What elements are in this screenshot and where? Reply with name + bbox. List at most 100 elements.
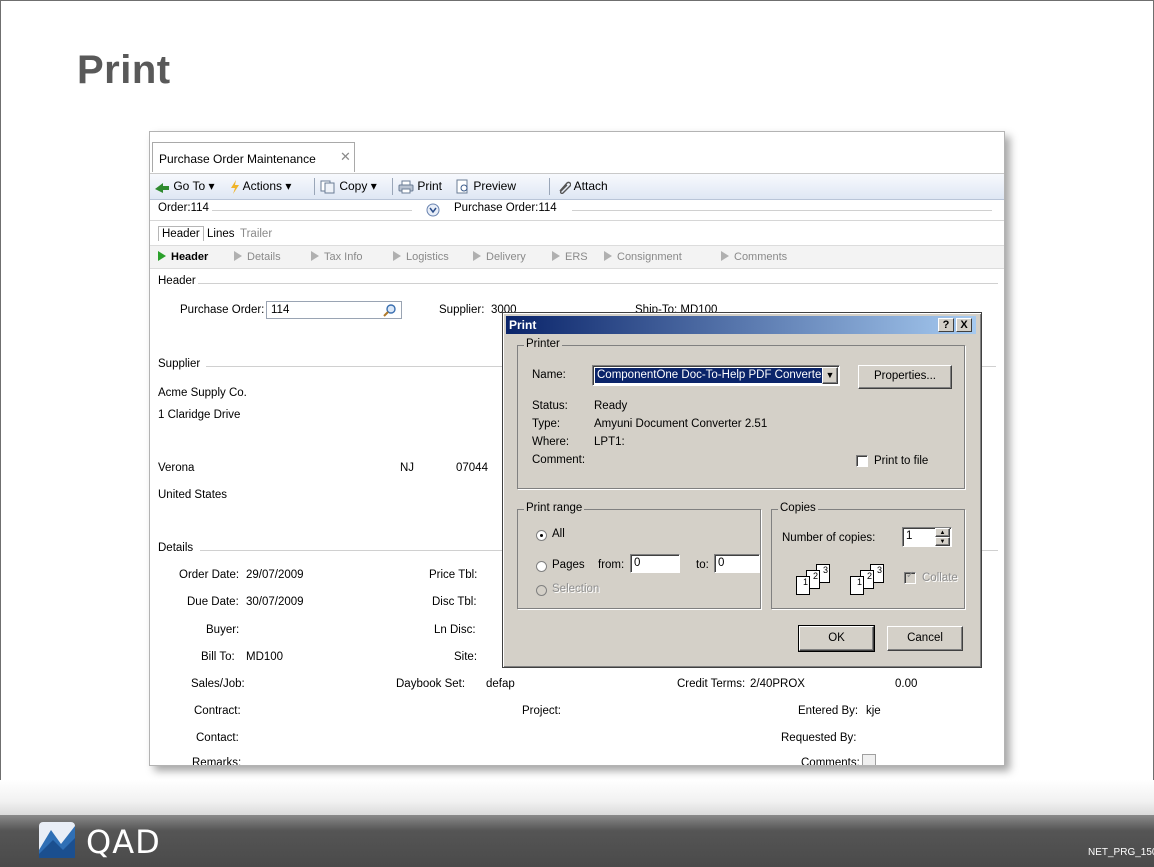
tab-lines[interactable]: Lines (207, 228, 235, 240)
credit-amount: 0.00 (895, 678, 918, 690)
copy-label: Copy (339, 179, 368, 193)
actions-label: Actions (242, 179, 283, 193)
step-arrow-icon (473, 251, 481, 261)
step-details[interactable]: Details (234, 251, 281, 263)
printer-name-label: Name: (532, 369, 566, 381)
supplier-address: 1 Claridge Drive (158, 409, 241, 421)
step-arrow-icon (234, 251, 242, 261)
supplier-state: NJ (400, 462, 415, 474)
decrement-icon[interactable]: ▼ (935, 537, 950, 546)
preview-button[interactable]: Preview (456, 179, 516, 194)
comments-checkbox[interactable] (862, 754, 876, 765)
step-header[interactable]: Header (158, 251, 208, 263)
pages-radio[interactable] (536, 561, 547, 572)
to-input[interactable]: 0 (714, 554, 760, 573)
supplier-city: Verona (158, 462, 195, 474)
pages-label[interactable]: Pages (552, 559, 585, 571)
site-label: Site: (454, 651, 478, 663)
price-table-label: Price Tbl: (429, 569, 478, 581)
search-icon[interactable] (383, 303, 397, 317)
goto-label: Go To (173, 179, 206, 193)
collate-page-icon: 1 (796, 576, 810, 595)
step-logistics[interactable]: Logistics (393, 251, 449, 263)
check-icon: ✓ (906, 570, 915, 581)
step-arrow-icon (393, 251, 401, 261)
daybook-set-label: Daybook Set: (396, 678, 466, 690)
purchase-order-heading: Purchase Order:114 (454, 202, 557, 214)
selection-label: Selection (552, 583, 600, 595)
printer-group: Printer Name: ComponentOne Doc-To-Help P… (517, 338, 965, 489)
printer-name-value: ComponentOne Doc-To-Help PDF Converter (595, 368, 823, 383)
toolbar-divider (549, 178, 550, 195)
tab-trailer[interactable]: Trailer (240, 228, 272, 240)
slide-code: NET_PRG_150 (1088, 847, 1154, 858)
print-label: Print (417, 179, 443, 193)
step-ers[interactable]: ERS (552, 251, 588, 263)
copies-label: Copies (778, 502, 818, 514)
sales-job-label: Sales/Job: (191, 678, 245, 690)
tab-purchase-order-maintenance[interactable]: Purchase Order Maintenance ✕ (152, 142, 355, 172)
properties-button[interactable]: Properties... (858, 365, 952, 389)
discount-table-label: Disc Tbl: (432, 596, 477, 608)
type-label: Type: (532, 418, 561, 430)
collate-label: Collate (922, 572, 958, 584)
close-icon[interactable]: ✕ (340, 149, 351, 165)
bill-to-value: MD100 (246, 651, 284, 663)
requested-by-label: Requested By: (781, 732, 857, 744)
step-consignment[interactable]: Consignment (604, 251, 682, 263)
header-section-title: Header (158, 275, 196, 287)
all-label[interactable]: All (552, 528, 565, 540)
type-value: Amyuni Document Converter 2.51 (594, 418, 768, 430)
tab-header[interactable]: Header (158, 226, 204, 241)
from-input[interactable]: 0 (630, 554, 680, 573)
print-button[interactable]: Print (398, 179, 442, 194)
help-button[interactable]: ? (938, 318, 954, 332)
printer-name-select[interactable]: ComponentOne Doc-To-Help PDF Converter ▼ (592, 365, 840, 386)
collapse-icon[interactable] (426, 203, 440, 217)
actions-button[interactable]: Actions ▾ (230, 179, 291, 194)
print-to-file-checkbox[interactable] (856, 455, 868, 467)
due-date-label: Due Date: (187, 596, 239, 608)
close-button[interactable]: X (956, 318, 972, 332)
copy-button[interactable]: Copy ▾ (320, 179, 377, 194)
step-comments[interactable]: Comments (721, 251, 787, 263)
to-label: to: (696, 559, 709, 571)
attach-button[interactable]: Attach (557, 179, 608, 194)
divider (198, 283, 998, 284)
where-label: Where: (532, 436, 570, 448)
collate-page-icon: 1 (850, 576, 864, 595)
qad-logo-icon (39, 822, 75, 858)
divider (572, 210, 992, 211)
section-tabs: Header Lines Trailer (150, 224, 1004, 244)
lightning-icon (231, 179, 239, 194)
entered-by-label: Entered By: (798, 705, 859, 717)
collate-checkbox[interactable]: ✓ (904, 570, 916, 584)
order-number: Order:114 (158, 202, 209, 214)
step-delivery[interactable]: Delivery (473, 251, 526, 263)
goto-button[interactable]: Go To ▾ (154, 179, 215, 193)
project-label: Project: (522, 705, 561, 717)
supplier-zip: 07044 (456, 462, 488, 474)
wizard-steps: Header Details Tax Info Logistics Delive… (150, 245, 1004, 269)
ok-button[interactable]: OK (798, 625, 875, 652)
remarks-label: Remarks: (192, 757, 242, 766)
all-radio[interactable] (536, 530, 547, 541)
copies-stepper[interactable]: 1 ▲ ▼ (902, 527, 952, 547)
footer-bar (0, 815, 1154, 867)
credit-terms-value: 2/40PROX (750, 678, 805, 690)
step-arrow-icon (311, 251, 319, 261)
printer-icon (398, 180, 414, 194)
copies-group: Copies Number of copies: 1 ▲ ▼ 3 2 1 3 2… (771, 502, 965, 609)
line-discount-label: Ln Disc: (434, 624, 476, 636)
increment-icon[interactable]: ▲ (935, 528, 950, 537)
selection-radio[interactable] (536, 585, 547, 596)
step-tax-info[interactable]: Tax Info (311, 251, 363, 263)
print-range-group: Print range All Pages from: 0 to: 0 Sele… (517, 502, 761, 609)
cancel-button[interactable]: Cancel (887, 626, 963, 651)
purchase-order-field[interactable]: 114 (266, 301, 402, 319)
print-to-file-label[interactable]: Print to file (874, 455, 928, 467)
copies-value: 1 (906, 530, 913, 542)
chevron-down-icon[interactable]: ▼ (822, 367, 838, 384)
dialog-title-bar[interactable]: Print ? X (506, 316, 976, 334)
qad-brand-text: QAD (86, 823, 161, 861)
